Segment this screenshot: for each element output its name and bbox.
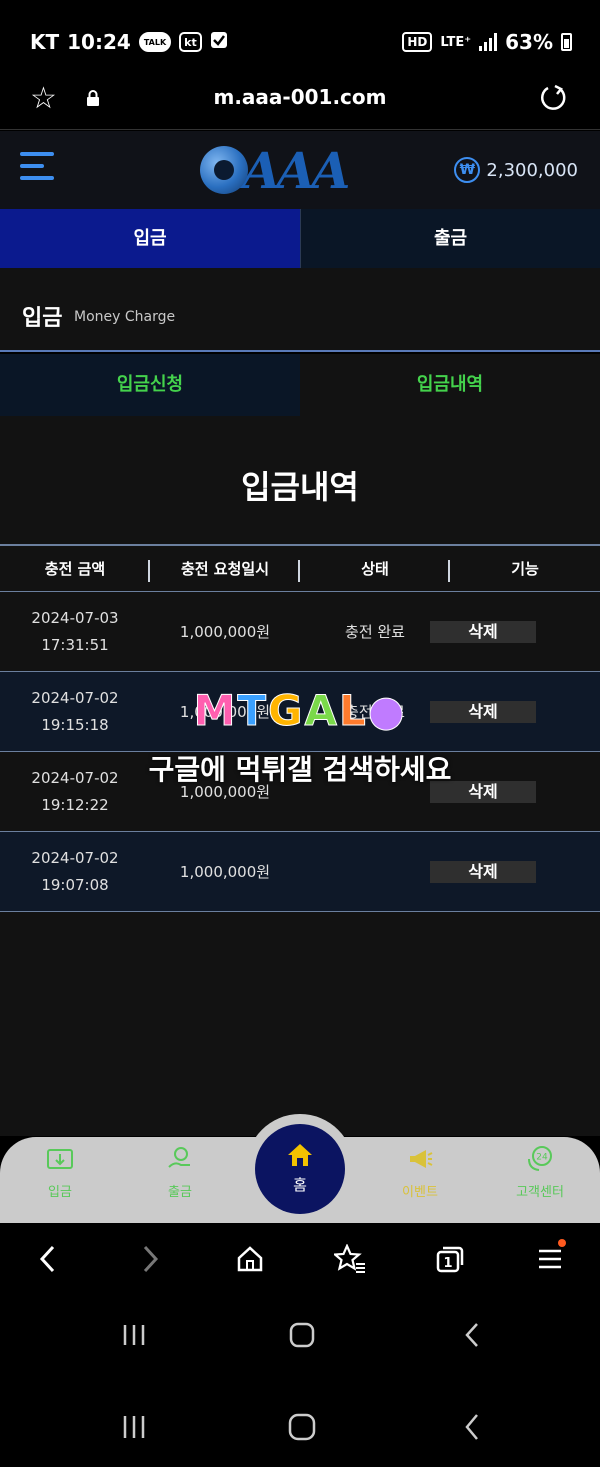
section-title: 입금내역	[241, 468, 359, 506]
page-title: 입금	[22, 306, 63, 331]
nav-event-label: 이벤트	[402, 1185, 438, 1200]
tab-deposit-request[interactable]: 입금신청	[0, 354, 300, 416]
status-right: HD LTE⁺ 63%	[402, 30, 572, 54]
action-cell: 삭제	[430, 592, 600, 671]
watermark-letter: ●	[367, 686, 407, 736]
status-left: KT 10:24 TALK kt	[30, 30, 228, 54]
column-header-amount: 충전 금액	[0, 546, 150, 592]
delete-button[interactable]: 삭제	[430, 860, 536, 883]
request-datetime: 2024-07-03 17:31:51	[0, 592, 150, 671]
logo-text: AAA	[242, 140, 350, 200]
withdraw-icon	[168, 1147, 190, 1168]
menu-icon[interactable]	[20, 152, 54, 186]
nav-support-label: 고객센터	[516, 1185, 564, 1200]
request-time: 19:07:08	[41, 875, 109, 894]
watermark-logo: MTGAL●	[0, 686, 600, 736]
action-cell: 삭제	[430, 832, 600, 911]
request-datetime: 2024-07-02 19:07:08	[0, 832, 150, 911]
recent-apps-icon[interactable]	[114, 1409, 154, 1445]
browser-menu-icon[interactable]	[530, 1239, 570, 1279]
column-header-action: 기능	[511, 560, 539, 578]
charge-amount: 1,000,000원	[179, 863, 271, 881]
watermark-letter: A	[304, 686, 340, 736]
tab-deposit[interactable]: 입금	[0, 209, 300, 268]
request-time: 19:12:22	[41, 795, 109, 814]
svg-text:1: 1	[443, 1256, 452, 1271]
column-header-request-time: 충전 요청일시	[150, 546, 300, 592]
table-header: 충전 금액 충전 요청일시 상태 기능	[0, 544, 600, 592]
battery-icon	[561, 33, 572, 51]
charge-status	[300, 832, 450, 911]
lte-icon: LTE⁺	[440, 34, 472, 50]
bookmarks-icon[interactable]	[330, 1239, 370, 1279]
request-date: 2024-07-03	[31, 608, 119, 627]
browser-toolbar: 1	[0, 1223, 600, 1295]
home-button[interactable]: 홈	[255, 1124, 345, 1214]
system-nav-bar	[0, 1295, 600, 1375]
watermark-letter: L	[339, 686, 368, 736]
nav-event[interactable]: 이벤트	[380, 1145, 460, 1200]
url-bar: ☆ m.aaa-001.com	[0, 80, 600, 130]
status-bar: KT 10:24 TALK kt HD LTE⁺ 63%	[0, 0, 600, 80]
recent-apps-icon[interactable]	[114, 1317, 154, 1353]
reload-icon[interactable]	[538, 83, 568, 119]
watermark-letter: G	[268, 686, 305, 736]
watermark-letter: M	[193, 686, 238, 736]
nav-withdraw-label: 출금	[168, 1185, 192, 1200]
table-row: 2024-07-03 17:31:51 1,000,000원 충전 완료 삭제	[0, 592, 600, 672]
system-back-icon[interactable]	[452, 1317, 492, 1353]
page-title-row: 입금 Money Charge	[0, 268, 600, 352]
site-logo[interactable]: AAA	[200, 141, 350, 200]
delete-button[interactable]: 삭제	[430, 620, 536, 643]
system-nav-bar	[0, 1387, 600, 1467]
balance-amount: 2,300,000	[486, 159, 578, 181]
home-icon	[288, 1144, 312, 1166]
system-home-icon[interactable]	[282, 1409, 322, 1445]
support-badge-text: 24	[536, 1153, 548, 1163]
request-date: 2024-07-02	[31, 848, 119, 867]
system-back-icon[interactable]	[452, 1409, 492, 1445]
page-subtitle: Money Charge	[74, 309, 176, 325]
hd-voice-icon: HD	[402, 32, 433, 52]
site-header: AAA ₩ 2,300,000	[0, 131, 600, 209]
notification-dot	[558, 1239, 566, 1247]
column-header-status: 상태	[300, 546, 450, 592]
megaphone-icon	[410, 1150, 433, 1168]
kt-app-icon: kt	[179, 32, 202, 52]
balance-display: ₩ 2,300,000	[454, 157, 578, 183]
battery-percent: 63%	[505, 30, 553, 54]
charge-status: 충전 완료	[345, 623, 405, 641]
support-24-icon: 24	[528, 1146, 552, 1171]
request-time: 17:31:51	[41, 635, 109, 654]
deposit-icon	[47, 1149, 73, 1169]
watermark-text: 구글에 먹튀갤 검색하세요	[148, 753, 452, 786]
watermark-letter: T	[237, 686, 269, 736]
carrier-label: KT	[30, 30, 60, 54]
system-home-icon[interactable]	[282, 1317, 322, 1353]
nav-deposit[interactable]: 입금	[20, 1145, 100, 1200]
kakaotalk-icon: TALK	[138, 32, 172, 52]
back-icon[interactable]	[28, 1239, 68, 1279]
nav-deposit-label: 입금	[48, 1185, 72, 1200]
tab-deposit-history[interactable]: 입금내역	[300, 354, 600, 416]
nav-withdraw[interactable]: 출금	[140, 1145, 220, 1200]
signal-icon	[479, 33, 498, 51]
nav-support[interactable]: 24 고객센터	[500, 1145, 580, 1200]
charge-amount: 1,000,000원	[179, 623, 271, 641]
url-text[interactable]: m.aaa-001.com	[0, 85, 600, 109]
forward-icon[interactable]	[130, 1239, 170, 1279]
browser-home-icon[interactable]	[230, 1239, 270, 1279]
table-row: 2024-07-02 19:07:08 1,000,000원 삭제	[0, 832, 600, 912]
clock: 10:24	[67, 30, 131, 54]
top-tabs: 입금 출금	[0, 209, 600, 268]
tabs-icon[interactable]: 1	[430, 1239, 470, 1279]
tab-withdraw[interactable]: 출금	[300, 209, 600, 268]
won-icon: ₩	[454, 157, 481, 183]
home-label: 홈	[293, 1176, 307, 1194]
sub-tabs: 입금신청 입금내역	[0, 354, 600, 416]
logo-ball-icon	[200, 146, 248, 194]
checkbox-notification-icon	[210, 30, 228, 54]
